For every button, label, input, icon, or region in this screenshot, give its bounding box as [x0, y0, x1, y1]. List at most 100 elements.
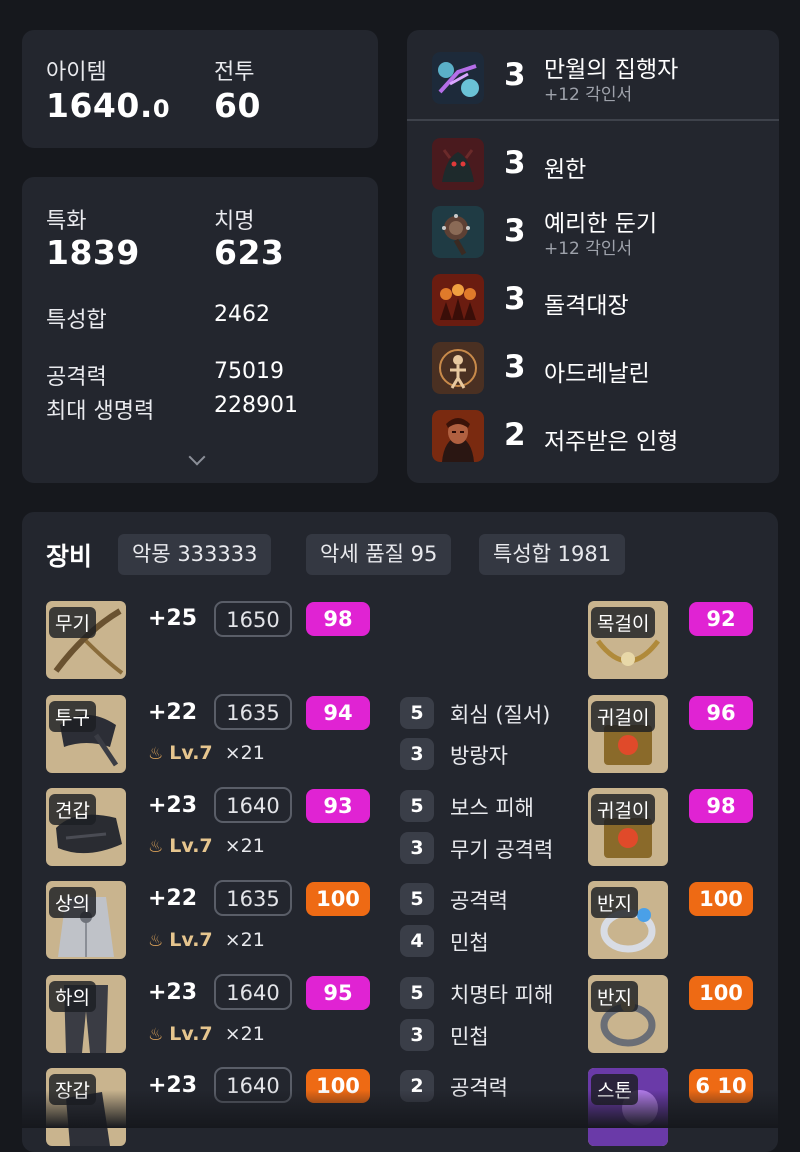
quality-badge: 92 [689, 602, 753, 636]
engraving-cursed-doll-icon [432, 410, 484, 462]
honing-level: +22 [148, 886, 198, 911]
effect-name: 회심 (질서) [450, 703, 551, 727]
slot-label: 반지 [591, 887, 638, 918]
set-summary-chip: 악몽 333333 [118, 534, 272, 575]
slot-label: 상의 [49, 887, 96, 918]
item-level-card: 아이템 1640.0 전투 60 [22, 30, 378, 148]
earring-slot[interactable]: 귀걸이 [588, 788, 668, 866]
ring-slot[interactable]: 반지 [588, 881, 668, 959]
effect-name: 방랑자 [450, 744, 508, 768]
total-stat-label: 특성합 [46, 308, 107, 333]
spec-value: 1839 [46, 233, 140, 272]
stats-card[interactable]: 특화 1839 치명 623 특성합 2462 공격력 75019 최대 생명력… [22, 177, 378, 483]
engraving-moon-icon [432, 52, 484, 104]
honing-level: +23 [148, 793, 198, 818]
engraving-item[interactable]: 2 저주받은 인형 [407, 410, 779, 466]
quality-badge: 96 [689, 696, 753, 730]
crit-value: 623 [214, 233, 285, 272]
elixir-info: ♨ Lv.7 ×21 [148, 742, 265, 764]
effect-name: 공격력 [450, 889, 508, 913]
elixir-flame-icon: ♨ [148, 837, 164, 857]
engraving-name: 돌격대장 [544, 293, 629, 319]
quality-badge: 95 [306, 976, 370, 1010]
engraving-item[interactable]: 3 아드레날린 [407, 342, 779, 398]
item-level-badge: 1635 [214, 880, 292, 916]
slot-label: 하의 [49, 981, 96, 1012]
effect-name: 무기 공격력 [450, 838, 554, 862]
max-hp-label: 최대 생명력 [46, 399, 155, 424]
honing-level: +23 [148, 980, 198, 1005]
slot-label: 견갑 [49, 794, 96, 825]
honing-level: +22 [148, 700, 198, 725]
necklace-slot[interactable]: 목걸이 [588, 601, 668, 679]
ring-slot[interactable]: 반지 [588, 975, 668, 1053]
engraving-name: 만월의 집행자 [544, 57, 679, 83]
item-level-badge: 1635 [214, 694, 292, 730]
attack-power-value: 75019 [214, 359, 284, 384]
quality-badge: 98 [689, 789, 753, 823]
engraving-level: 2 [504, 417, 526, 453]
elixir-flame-icon: ♨ [148, 744, 164, 764]
elixir-flame-icon: ♨ [148, 1025, 164, 1045]
crit-label: 치명 [214, 209, 255, 234]
item-level-label: 아이템 [46, 60, 107, 85]
engraving-name: 아드레날린 [544, 361, 650, 387]
slot-label: 투구 [49, 701, 96, 732]
engraving-blunt-icon [432, 206, 484, 258]
shoulder-slot[interactable]: 견갑 [46, 788, 126, 866]
accessory-quality-chip: 악세 품질 95 [306, 534, 452, 575]
effect-level: 5 [400, 883, 434, 915]
elixir-info: ♨ Lv.7 ×21 [148, 1023, 265, 1045]
weapon-slot[interactable]: 무기 [46, 601, 126, 679]
effect-level: 3 [400, 1019, 434, 1051]
honing-level: +25 [148, 606, 198, 631]
engraving-item[interactable]: 3 예리한 둔기 +12 각인서 [407, 206, 779, 262]
engraving-name: 원한 [544, 157, 587, 183]
accessory-stat-chip: 특성합 1981 [479, 534, 626, 575]
helmet-slot[interactable]: 투구 [46, 695, 126, 773]
max-hp-value: 228901 [214, 393, 298, 418]
engraving-raid-captain-icon [432, 274, 484, 326]
engraving-item[interactable]: 3 돌격대장 [407, 274, 779, 330]
engraving-book: +12 각인서 [544, 85, 633, 105]
earring-slot[interactable]: 귀걸이 [588, 695, 668, 773]
effect-level: 3 [400, 738, 434, 770]
combat-level-value: 60 [214, 86, 261, 125]
engraving-level: 3 [504, 213, 526, 249]
effect-name: 민첩 [450, 931, 489, 955]
quality-badge: 100 [689, 976, 753, 1010]
quality-badge: 100 [306, 882, 370, 916]
slot-label: 반지 [591, 981, 638, 1012]
slot-label: 귀걸이 [591, 794, 656, 825]
effect-name: 보스 피해 [450, 796, 534, 820]
chest-slot[interactable]: 상의 [46, 881, 126, 959]
item-level-value: 1640.0 [46, 86, 171, 125]
engraving-level: 3 [504, 281, 526, 317]
quality-badge: 93 [306, 789, 370, 823]
item-level-badge: 1650 [214, 601, 292, 637]
slot-label: 귀걸이 [591, 701, 656, 732]
elixir-flame-icon: ♨ [148, 931, 164, 951]
engraving-level: 3 [504, 145, 526, 181]
slot-label: 목걸이 [591, 607, 656, 638]
pants-slot[interactable]: 하의 [46, 975, 126, 1053]
effect-level: 5 [400, 790, 434, 822]
engraving-item[interactable]: 3 원한 [407, 138, 779, 194]
total-stat-value: 2462 [214, 302, 270, 327]
item-level-badge: 1640 [214, 787, 292, 823]
engravings-card: 3 만월의 집행자 +12 각인서 3 원한 3 예리한 둔기 +12 각인서 [407, 30, 779, 483]
engraving-level: 3 [504, 57, 526, 93]
elixir-info: ♨ Lv.7 ×21 [148, 929, 265, 951]
elixir-info: ♨ Lv.7 ×21 [148, 835, 265, 857]
engraving-name: 저주받은 인형 [544, 429, 679, 455]
engraving-name: 예리한 둔기 [544, 211, 658, 237]
equipment-title: 장비 [46, 542, 93, 571]
combat-level-label: 전투 [214, 60, 255, 85]
effect-name: 민첩 [450, 1025, 489, 1049]
engraving-item[interactable]: 3 만월의 집행자 +12 각인서 [407, 52, 779, 108]
engraving-adrenaline-icon [432, 342, 484, 394]
effect-level: 5 [400, 977, 434, 1009]
engraving-level: 3 [504, 349, 526, 385]
bottom-fade [0, 1090, 800, 1128]
quality-badge: 94 [306, 696, 370, 730]
